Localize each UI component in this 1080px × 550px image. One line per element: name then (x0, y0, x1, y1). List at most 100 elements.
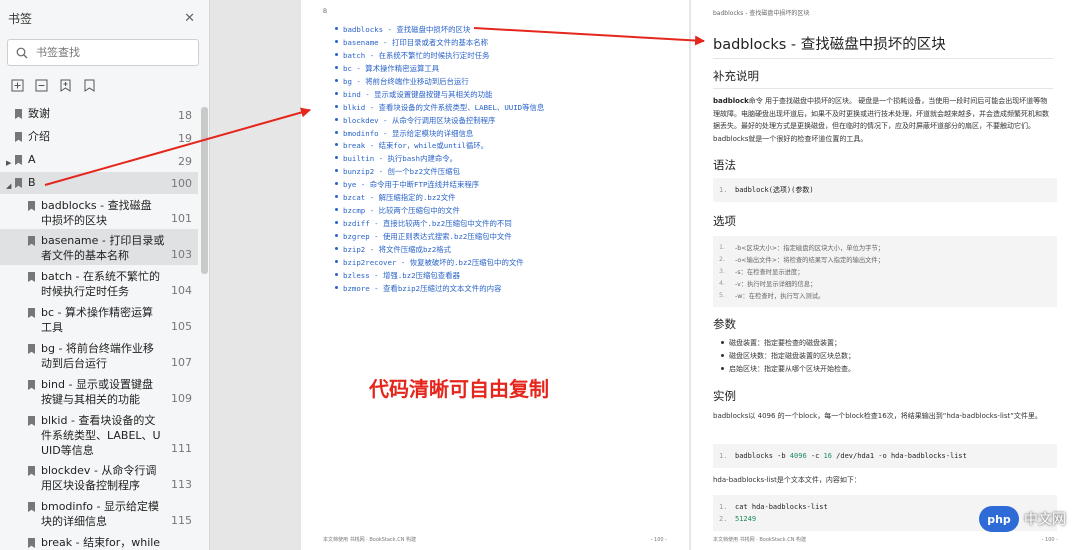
example-code-block: 1. badblocks -b 4096 -c 16 /dev/hda1 -o h… (713, 444, 1057, 468)
bookmark-item[interactable]: break - 结束for，while (0, 531, 198, 550)
command-link[interactable]: bzcmp - 比较两个压缩包中的文件 (335, 205, 544, 218)
bookmark-icon (15, 155, 22, 165)
command-link[interactable]: badblocks - 查找磁盘中损坏的区块 (335, 24, 544, 37)
bookmark-icon (28, 201, 35, 211)
bookmark-item[interactable]: bc - 算术操作精密运算 工具 105 (0, 301, 198, 337)
bookmark-icon (28, 344, 35, 354)
heading-syntax: 语法 (713, 158, 736, 172)
bookmark-icon (28, 466, 35, 476)
search-icon (16, 47, 28, 58)
command-link[interactable]: bzip2recover - 恢复被破坏的.bz2压缩包中的文件 (335, 257, 544, 270)
bookmark-icon (28, 236, 35, 246)
command-link[interactable]: batch - 在系统不繁忙的时候执行定时任务 (335, 50, 544, 63)
document-page-right: badblocks - 查找磁盘中损坏的区块 badblocks - 查找磁盘中… (691, 0, 1080, 550)
document-page-left: B badblocks - 查找磁盘中损坏的区块 basename - 打印目录或… (301, 0, 689, 550)
bookmark-panel-header: 书签 ✕ (0, 0, 209, 36)
page-header: badblocks - 查找磁盘中损坏的区块 (713, 10, 810, 17)
option-row: 3. -s：在检查时显示进度； (719, 267, 804, 276)
command-link[interactable]: bzless - 增强.bz2压缩包查看器 (335, 270, 544, 283)
params-list: 磁盘装置：指定要检查的磁盘装置； 磁盘区块数：指定磁盘装置的区块总数； 启始区块：指… (721, 338, 855, 377)
bookmark-item[interactable]: batch - 在系统不繁忙的 时候执行定时任务 104 (0, 265, 198, 301)
caret-down-icon[interactable]: ◢ (6, 179, 14, 194)
option-row: 2. -o<输出文件>：将检查的结果写入指定的输出文件； (719, 256, 885, 265)
supplement-paragraph: badblock命令 用于查找磁盘中损坏的区块。 硬盘是一个损耗设备，当使用一段… (713, 97, 1049, 143)
command-link[interactable]: bzdiff - 直接比较两个.bz2压缩包中文件的不同 (335, 218, 544, 231)
option-row: 5. -w：在检查时，执行写入测试。 (719, 291, 825, 300)
bookmark-item[interactable]: bg - 将前台终端作业移 动到后台运行 107 (0, 337, 198, 373)
bookmark-tree: 致谢 18 介绍 19 ▶ A 29 ◢ B 100 badblocks - 查… (0, 103, 198, 550)
annotation-text: 代码清晰可自由复制 (369, 377, 549, 401)
section-letter: B (323, 8, 328, 15)
close-icon[interactable]: ✕ (184, 11, 195, 26)
collapse-all-icon[interactable] (34, 79, 48, 93)
page-title: badblocks - 查找磁盘中损坏的区块 (713, 37, 946, 53)
command-link[interactable]: bind - 显示或设置键盘按键与其相关的功能 (335, 89, 544, 102)
command-link[interactable]: basename - 打印目录或者文件的基本名称 (335, 37, 544, 50)
add-bookmark-icon[interactable] (58, 79, 72, 93)
command-link[interactable]: blockdev - 从命令行调用区块设备控制程序 (335, 115, 544, 128)
command-link[interactable]: bzcat - 解压缩指定的.bz2文件 (335, 192, 544, 205)
bookmark-item-highlighted[interactable]: basename - 打印目录或 者文件的基本名称 103 (0, 229, 198, 265)
page-number: - 100 - (650, 537, 667, 543)
options-code-block: 1. -b<区块大小>：指定磁盘的区块大小，单位为字节； 2. -o<输出文件>：将检… (713, 236, 1057, 307)
bookmark-item[interactable]: blockdev - 从命令行调 用区块设备控制程序 113 (0, 459, 198, 495)
bookmark-icon (28, 272, 35, 282)
example-paragraph: badblocks以 4096 的一个block，每一个block检查16次，将… (713, 412, 1042, 420)
bookmark-icon[interactable] (82, 79, 96, 93)
command-link[interactable]: bzmore - 查看bzip2压缩过的文本文件的内容 (335, 283, 544, 296)
command-link[interactable]: break - 结束for，while或until循环。 (335, 140, 544, 153)
bookmark-icon (28, 380, 35, 390)
page-number: - 100 - (1041, 537, 1058, 543)
bookmark-icon (28, 538, 35, 548)
bookmark-item-selected[interactable]: ◢ B 100 (0, 172, 198, 194)
bookmark-panel: 书签 ✕ 致谢 18 介绍 19 ▶ A 29 ◢ B (0, 0, 210, 550)
scrollbar-thumb[interactable] (201, 107, 208, 274)
syntax-code-block: 1. badblock(选项)(参数) (713, 178, 1057, 202)
command-link[interactable]: builtin - 执行bash内建命令。 (335, 153, 544, 166)
param-item: 磁盘区块数：指定磁盘装置的区块总数； (721, 351, 855, 364)
heading-options: 选项 (713, 214, 736, 228)
bookmark-item[interactable]: 介绍 19 (0, 126, 198, 149)
bookmark-item[interactable]: 致谢 18 (0, 103, 198, 126)
bookmark-toolbar (0, 66, 209, 98)
bookmark-item[interactable]: badblocks - 查找磁盘 中损坏的区块 101 (0, 194, 198, 229)
bookmark-item[interactable]: bmodinfo - 显示给定模 块的详细信息 115 (0, 495, 198, 531)
watermark-text: 中文网 (1024, 512, 1066, 528)
bookmark-item[interactable]: blkid - 查看块设备的文 件系统类型、LABEL、U UID等信息 111 (0, 409, 198, 459)
bookmark-icon (15, 178, 22, 188)
bookmark-icon (28, 308, 35, 318)
command-link[interactable]: bye - 命令用于中断FTP连线并结束程序 (335, 179, 544, 192)
bookmark-icon (28, 416, 35, 426)
command-link[interactable]: bg - 将前台终端作业移动到后台运行 (335, 76, 544, 89)
watermark: php 中文网 (979, 506, 1066, 532)
page-footer: 本文档使用 书栈网 · BookStack.CN 构建 (323, 537, 417, 543)
option-row: 1. -b<区块大小>：指定磁盘的区块大小，单位为字节； (719, 244, 885, 253)
example-paragraph-2: hda-badblocks-list是个文本文件，内容如下： (713, 476, 861, 484)
heading-params: 参数 (713, 317, 736, 331)
expand-all-icon[interactable] (10, 79, 24, 93)
param-item: 磁盘装置：指定要检查的磁盘装置； (721, 338, 855, 351)
command-link[interactable]: bc - 算术操作精密运算工具 (335, 63, 544, 76)
heading-supplement: 补充说明 (713, 69, 759, 83)
command-link[interactable]: bunzip2 - 创一个bz2文件压缩包 (335, 166, 544, 179)
bookmark-item[interactable]: ▶ A 29 (0, 149, 198, 172)
bookmark-icon (15, 109, 22, 119)
divider (713, 88, 1053, 89)
caret-right-icon[interactable]: ▶ (6, 156, 14, 171)
command-link[interactable]: bmodinfo - 显示给定模块的详细信息 (335, 128, 544, 141)
command-link[interactable]: blkid - 查看块设备的文件系统类型、LABEL、UUID等信息 (335, 102, 544, 115)
page-footer: 本文档使用 书栈网 · BookStack.CN 构建 (713, 537, 807, 543)
bookmark-search-box[interactable] (7, 39, 199, 66)
param-item: 启始区块：指定要从哪个区块开始检查。 (721, 364, 855, 377)
heading-example: 实例 (713, 389, 736, 403)
divider (713, 58, 1053, 59)
option-row: 4. -v：执行时显示详细的信息； (719, 279, 817, 288)
command-link[interactable]: bzip2 - 将文件压缩成bz2格式 (335, 244, 544, 257)
bookmark-panel-title: 书签 (8, 11, 33, 26)
bookmark-item[interactable]: bind - 显示或设置键盘 按键与其相关的功能 109 (0, 373, 198, 409)
command-link-list: badblocks - 查找磁盘中损坏的区块 basename - 打印目录或者文… (335, 24, 544, 296)
bookmark-search-input[interactable] (36, 46, 186, 59)
php-logo: php (979, 506, 1019, 532)
bookmark-icon (15, 132, 22, 142)
command-link[interactable]: bzgrep - 使用正则表达式搜索.bz2压缩包中文件 (335, 231, 544, 244)
